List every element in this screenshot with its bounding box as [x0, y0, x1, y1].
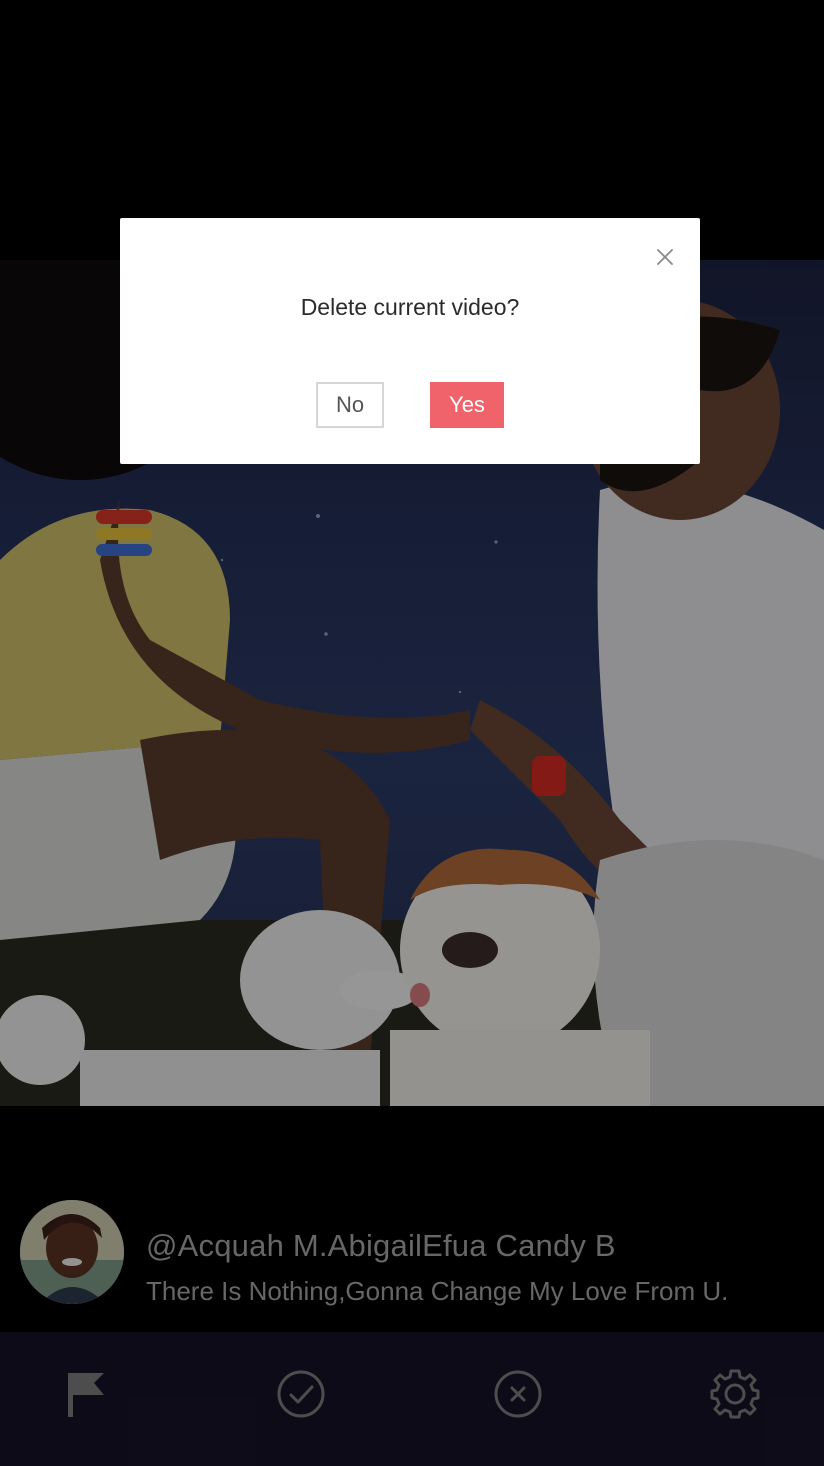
no-button[interactable]: No — [316, 382, 384, 428]
delete-confirm-dialog: Delete current video? No Yes — [120, 218, 700, 464]
close-button[interactable] — [654, 246, 676, 268]
yes-button[interactable]: Yes — [430, 382, 504, 428]
dialog-title: Delete current video? — [300, 294, 520, 320]
close-icon — [657, 249, 673, 265]
